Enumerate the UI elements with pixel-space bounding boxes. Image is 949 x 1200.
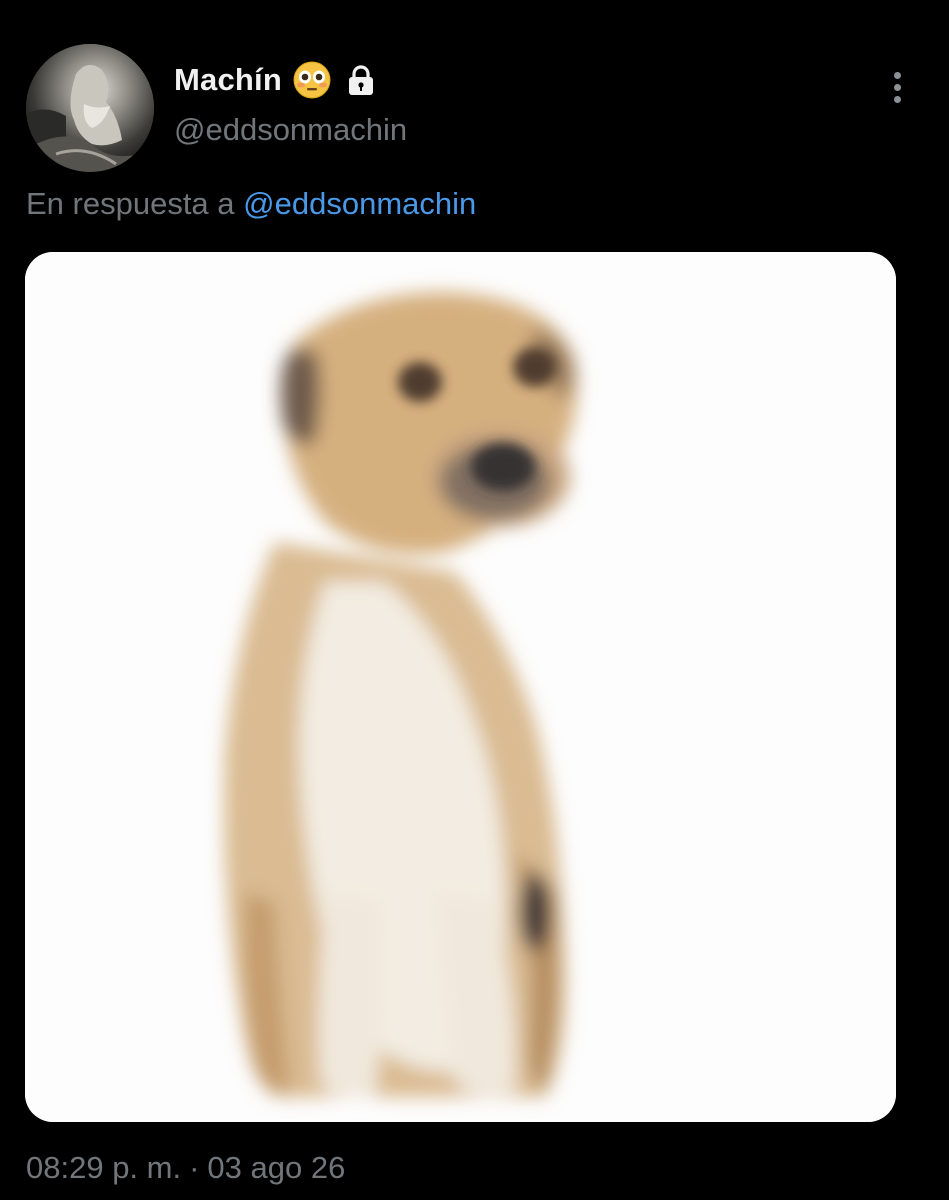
- tweet-time: 08:29 p. m.: [26, 1150, 182, 1185]
- reply-mention-link[interactable]: @eddsonmachin: [243, 186, 476, 221]
- timestamp-separator: ·: [189, 1150, 200, 1185]
- tweet-date: 03 ago 26: [207, 1150, 346, 1185]
- more-dot: [893, 83, 901, 91]
- display-name[interactable]: Machín: [174, 62, 282, 98]
- avatar-image: [26, 44, 154, 172]
- more-dot: [893, 71, 901, 79]
- name-row: Machín: [174, 56, 378, 104]
- avatar[interactable]: [26, 44, 154, 172]
- reply-prefix: En respuesta a: [26, 186, 235, 221]
- flushed-face-emoji-icon: [292, 60, 332, 100]
- photo-of-sad-dog-icon: [25, 252, 896, 1122]
- more-dot: [893, 95, 901, 103]
- reply-context: En respuesta a @eddsonmachin: [26, 186, 476, 222]
- tweet-photo[interactable]: [25, 252, 896, 1122]
- more-options-button[interactable]: [880, 66, 914, 108]
- lock-icon: [344, 63, 378, 97]
- tweet: Machín @eddsonmachin En respuesta a @edd…: [0, 0, 949, 1200]
- user-handle[interactable]: @eddsonmachin: [174, 112, 407, 148]
- tweet-timestamp[interactable]: 08:29 p. m. · 03 ago 26: [26, 1150, 345, 1186]
